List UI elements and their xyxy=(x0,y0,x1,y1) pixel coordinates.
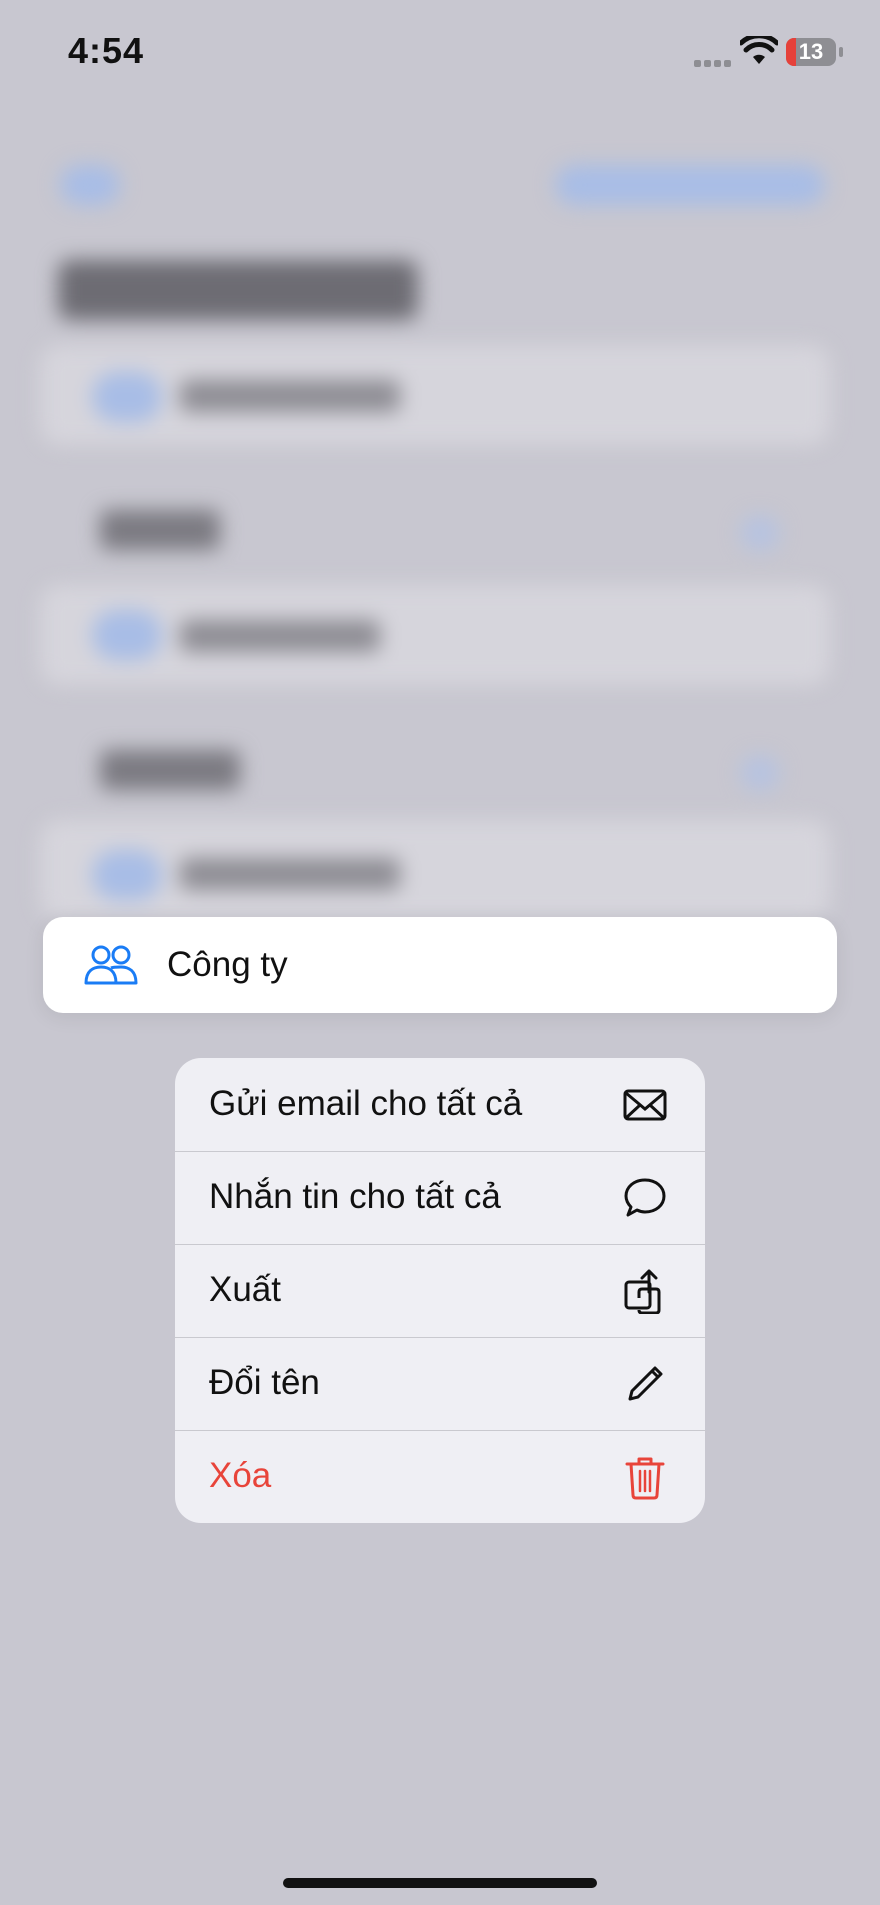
menu-item-rename[interactable]: Đổi tên xyxy=(175,1337,705,1431)
menu-item-export[interactable]: Xuất xyxy=(175,1244,705,1338)
menu-item-label: Nhắn tin cho tất cả xyxy=(209,1177,501,1216)
status-bar: 4:54 13 xyxy=(0,0,880,110)
battery-level: 13 xyxy=(798,39,824,64)
wifi-icon xyxy=(740,36,778,64)
battery-icon: 13 xyxy=(786,38,836,66)
group-card-preview[interactable]: Công ty xyxy=(43,917,837,1013)
person-2-icon xyxy=(84,945,138,985)
menu-item-label: Đổi tên xyxy=(209,1363,320,1402)
menu-item-label: Xóa xyxy=(209,1456,272,1495)
home-indicator[interactable] xyxy=(283,1878,597,1888)
battery-cap xyxy=(839,47,843,57)
status-time: 4:54 xyxy=(68,30,145,71)
trash-icon xyxy=(625,1457,665,1500)
menu-item-label: Xuất xyxy=(209,1270,281,1309)
pencil-icon xyxy=(628,1366,663,1401)
envelope-icon xyxy=(623,1089,667,1121)
message-bubble-icon xyxy=(624,1178,666,1217)
group-name: Công ty xyxy=(167,945,288,984)
menu-item-email-all[interactable]: Gửi email cho tất cả xyxy=(175,1058,705,1152)
menu-item-message-all[interactable]: Nhắn tin cho tất cả xyxy=(175,1151,705,1245)
menu-item-label: Gửi email cho tất cả xyxy=(209,1084,523,1123)
menu-item-delete[interactable]: Xóa xyxy=(175,1430,705,1523)
context-menu: Gửi email cho tất cả Nhắn tin cho tất cả… xyxy=(175,1058,705,1523)
cellular-signal-icon xyxy=(694,54,734,72)
share-export-icon xyxy=(624,1269,661,1314)
